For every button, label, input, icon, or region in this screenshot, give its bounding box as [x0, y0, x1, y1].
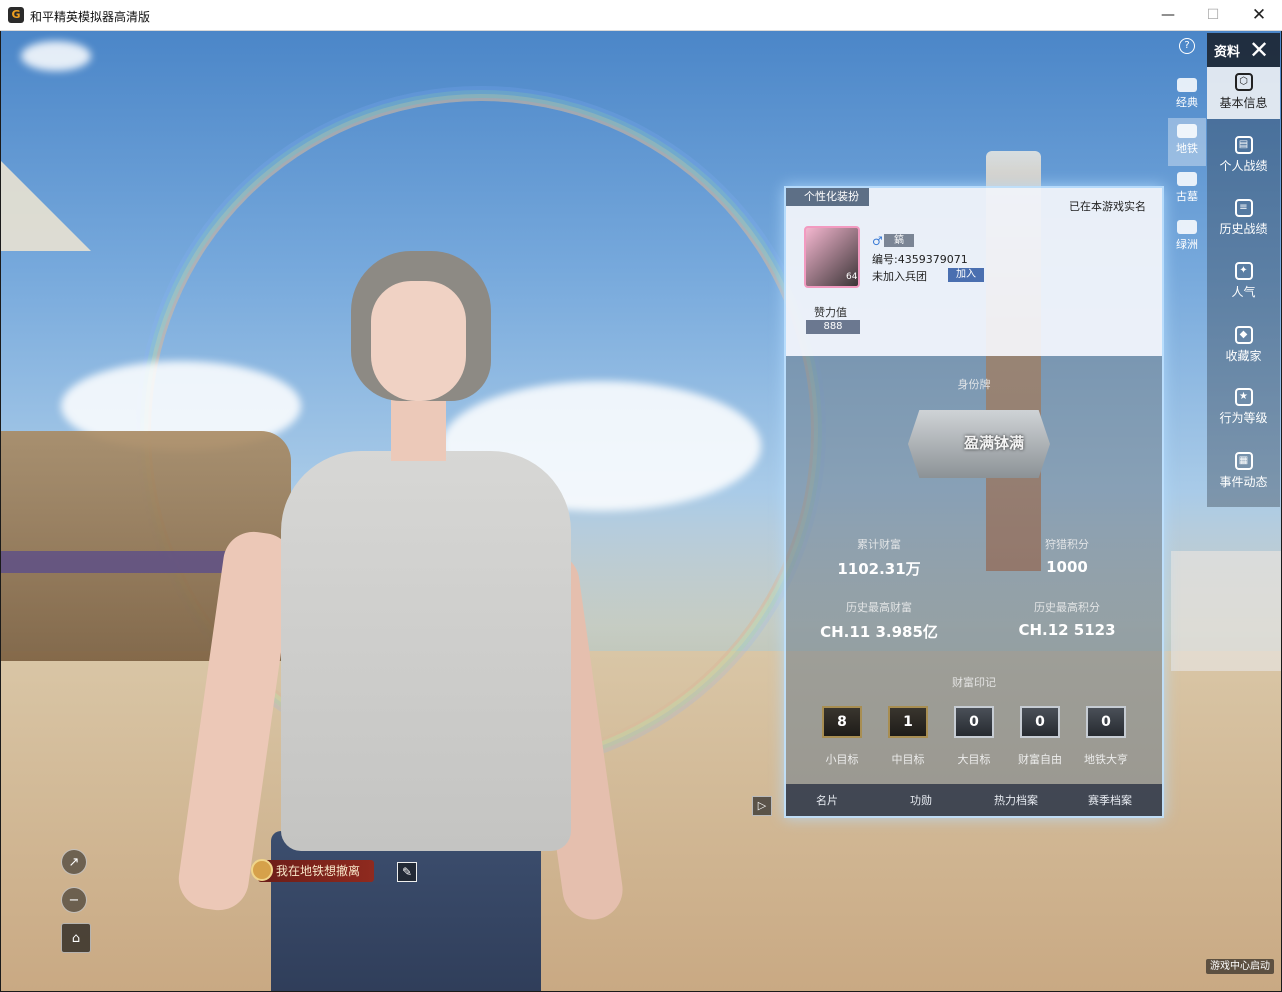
wealth-label: 累计财富: [857, 538, 901, 551]
window-title: 和平精英模拟器高清版: [30, 10, 151, 24]
oasis-mode-icon: [1177, 220, 1197, 234]
player-id[interactable]: 编号:4359379071: [872, 251, 968, 267]
personalize-tab[interactable]: 个性化装扮: [786, 188, 869, 206]
app-icon: G: [8, 7, 24, 23]
zoom-out-icon[interactable]: −: [61, 887, 87, 913]
status-text: 游戏中心启动: [1206, 959, 1274, 974]
cloud: [21, 41, 91, 71]
max-score-label: 历史最高积分: [1034, 601, 1100, 614]
expand-panel-button[interactable]: ▷: [752, 796, 772, 816]
avatar-level: 64: [846, 272, 858, 282]
subtab-classic[interactable]: 经典: [1168, 72, 1206, 120]
player-banner: 我在地铁想撤离: [258, 860, 375, 882]
wealth-mark-label: 中目标: [891, 753, 925, 766]
sidebar-item-label: 个人战绩: [1219, 159, 1268, 173]
footer-tab-season[interactable]: 赛季档案: [1088, 792, 1132, 808]
popularity-icon: ✦: [1234, 262, 1253, 280]
identity-label: 身份牌: [957, 378, 991, 391]
wealth-mark[interactable]: 8: [822, 706, 862, 738]
stats-icon: ▤: [1234, 136, 1253, 154]
ship-sail: [1, 161, 91, 251]
close-panel-button[interactable]: ✕: [1249, 36, 1269, 64]
wealth-mark[interactable]: 0: [954, 706, 994, 738]
subtab-label: 地铁: [1176, 142, 1198, 155]
max-wealth-label: 历史最高财富: [846, 601, 912, 614]
shield-icon: ⬡: [1234, 73, 1253, 91]
profile-card-header: 个性化装扮 已在本游戏实名 64 ♂ 鎬 编号:4359379071 未加入兵团…: [786, 188, 1162, 356]
wealth-mark[interactable]: 1: [888, 706, 928, 738]
close-window-button[interactable]: ✕: [1236, 0, 1282, 31]
tomb-mode-icon: [1177, 172, 1197, 186]
sidebar-item-behavior[interactable]: ★ 行为等级: [1207, 382, 1280, 434]
hunt-value: 1000: [1046, 558, 1088, 576]
sidebar-item-label: 行为等级: [1219, 411, 1268, 425]
sidebar-item-label: 事件动态: [1219, 475, 1268, 489]
sidebar-item-collector[interactable]: ◆ 收藏家: [1207, 320, 1280, 372]
window-titlebar: G 和平精英模拟器高清版 — ☐ ✕: [0, 0, 1282, 31]
metro-mode-icon: [1177, 124, 1197, 138]
sidebar-item-popularity[interactable]: ✦ 人气: [1207, 256, 1280, 308]
wealth-value: 1102.31万: [837, 560, 921, 578]
edit-banner-button[interactable]: ✎: [397, 862, 417, 882]
footer-tab-heat[interactable]: 热力档案: [994, 792, 1038, 808]
behavior-icon: ★: [1234, 388, 1253, 406]
share-icon[interactable]: ↗: [61, 849, 87, 875]
wealth-mark[interactable]: 0: [1020, 706, 1060, 738]
sidebar-item-label: 收藏家: [1225, 349, 1262, 363]
sidebar-item-basic-info[interactable]: ⬡ 基本信息: [1207, 67, 1280, 119]
minimize-button[interactable]: —: [1145, 0, 1191, 31]
classic-mode-icon: [1177, 78, 1197, 92]
collector-icon: ◆: [1234, 326, 1253, 344]
character-face: [371, 281, 466, 401]
sidebar-item-label: 人气: [1231, 285, 1256, 299]
wealth-marks-label: 财富印记: [952, 676, 996, 689]
profile-card: 个性化装扮 已在本游戏实名 64 ♂ 鎬 编号:4359379071 未加入兵团…: [784, 186, 1164, 818]
character-shirt: [281, 451, 571, 851]
gender-icon: ♂: [872, 234, 883, 248]
subtab-metro[interactable]: 地铁: [1168, 118, 1206, 166]
likes-value: 888: [806, 320, 860, 334]
events-icon: ▦: [1234, 452, 1253, 470]
maximize-button[interactable]: ☐: [1190, 0, 1236, 31]
subtab-label: 经典: [1176, 96, 1198, 109]
verified-text: 已在本游戏实名: [1069, 200, 1146, 213]
clan-status: 未加入兵团: [872, 270, 927, 283]
sidebar-item-events[interactable]: ▦ 事件动态: [1207, 446, 1280, 498]
identity-badge-text: 盈满钵满: [964, 434, 1025, 452]
join-clan-button[interactable]: 加入: [948, 268, 984, 282]
wealth-mark-label: 小目标: [825, 753, 859, 766]
player-name: 鎬: [884, 234, 914, 247]
max-wealth-value: CH.11 3.985亿: [820, 623, 938, 641]
character-jeans: [271, 831, 541, 991]
building: [1171, 551, 1281, 671]
banner-badge-icon: [251, 859, 273, 881]
sidebar-item-label: 历史战绩: [1219, 222, 1268, 236]
history-icon: ≡: [1234, 199, 1253, 217]
panel-header-label: 资料: [1214, 45, 1241, 60]
subtab-oasis[interactable]: 绿洲: [1168, 214, 1206, 262]
wealth-mark[interactable]: 0: [1086, 706, 1126, 738]
subtab-label: 绿洲: [1176, 238, 1198, 251]
profile-card-footer: 名片 功勋 热力档案 赛季档案: [786, 784, 1162, 816]
subtab-tomb[interactable]: 古墓: [1168, 166, 1206, 214]
wealth-mark-label: 财富自由: [1018, 753, 1062, 766]
footer-tab-merit[interactable]: 功勋: [910, 792, 932, 808]
sidebar-item-label: 基本信息: [1219, 96, 1268, 110]
sidebar-item-history[interactable]: ≡ 历史战绩: [1207, 193, 1280, 245]
max-score-value: CH.12 5123: [1018, 621, 1116, 639]
hunt-label: 狩猎积分: [1045, 538, 1089, 551]
wealth-mark-label: 地铁大亨: [1084, 753, 1128, 766]
character-neck: [391, 391, 446, 461]
likes-label: 赞力值: [814, 306, 847, 319]
help-icon[interactable]: ?: [1179, 38, 1195, 54]
subtab-label: 古墓: [1176, 190, 1198, 203]
wealth-mark-label: 大目标: [957, 753, 991, 766]
sidebar-item-personal-stats[interactable]: ▤ 个人战绩: [1207, 130, 1280, 182]
home-icon[interactable]: ⌂: [61, 923, 91, 953]
footer-tab-namecard[interactable]: 名片: [816, 792, 838, 808]
